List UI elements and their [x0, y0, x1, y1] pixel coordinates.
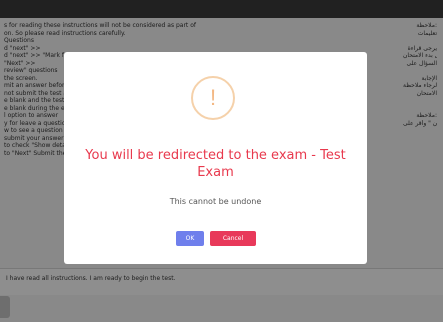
exclamation-icon: ! — [209, 85, 217, 110]
dialog-title: You will be redirected to the exam - Tes… — [85, 148, 346, 180]
confirm-dialog: ! You will be redirected to the exam - T… — [64, 52, 367, 264]
cancel-button[interactable]: Cancel — [210, 231, 256, 246]
ok-button[interactable]: OK — [176, 231, 204, 246]
dialog-message: This cannot be undone — [169, 197, 262, 206]
warning-icon: ! — [191, 76, 235, 120]
